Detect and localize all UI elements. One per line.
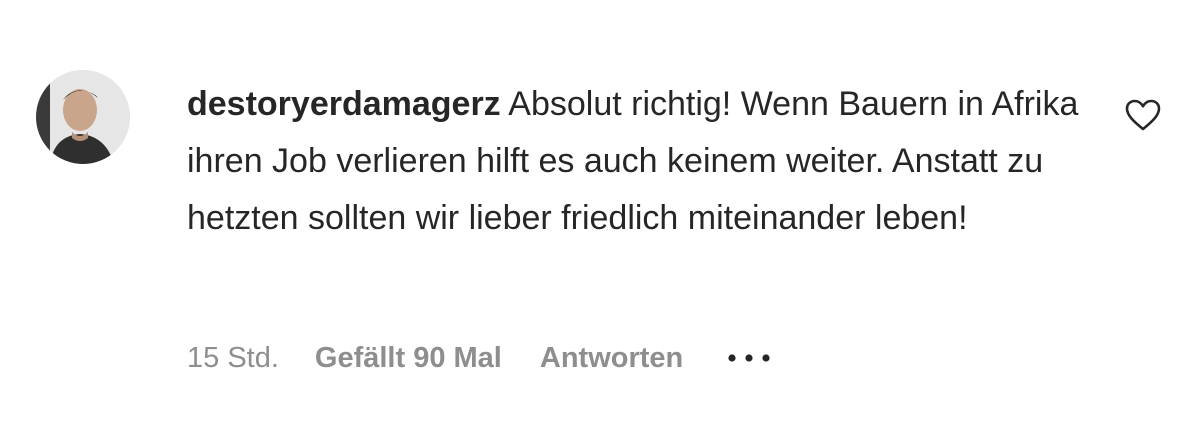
comment-item: destoryerdamagerz Absolut richtig! Wenn …	[0, 0, 1200, 424]
user-avatar[interactable]	[36, 70, 130, 164]
comment-meta: 15 Std. Gefällt 90 Mal Antworten	[187, 336, 771, 380]
comment-text-block: destoryerdamagerz Absolut richtig! Wenn …	[187, 76, 1087, 247]
comment-timestamp[interactable]: 15 Std.	[187, 342, 279, 375]
comment-username[interactable]: destoryerdamagerz	[187, 85, 501, 123]
comment-body: destoryerdamagerz Absolut richtig! Wenn …	[187, 76, 1087, 247]
more-options-icon[interactable]	[727, 336, 771, 380]
reply-button[interactable]: Antworten	[540, 342, 683, 375]
avatar-image	[36, 70, 130, 164]
comment-like-count[interactable]: Gefällt 90 Mal	[315, 342, 502, 375]
heart-outline-icon[interactable]	[1120, 92, 1166, 138]
